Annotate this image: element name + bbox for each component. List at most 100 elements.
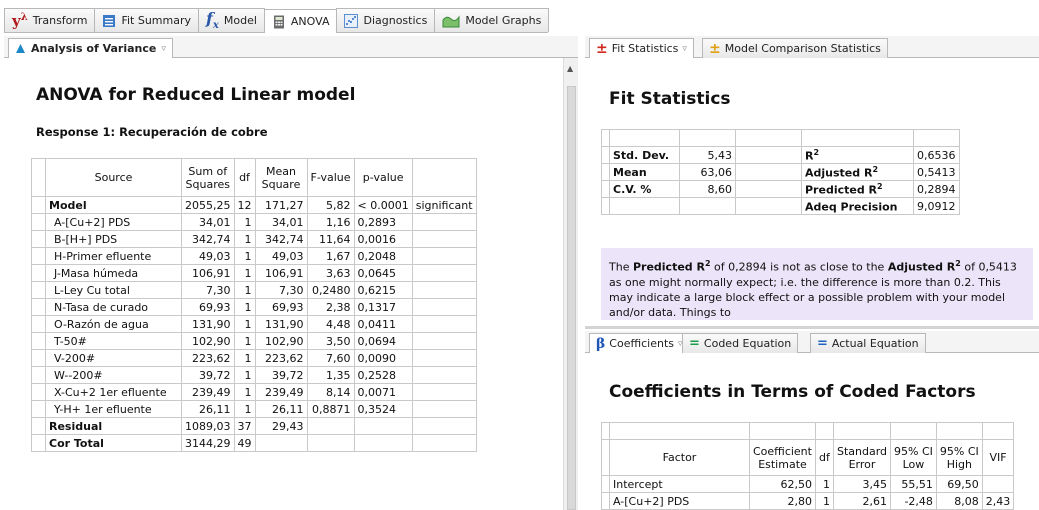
row-gutter xyxy=(601,163,610,181)
anova-scrollbar[interactable]: ▲ xyxy=(563,58,578,510)
dropdown-arrow-icon[interactable]: ▿ xyxy=(161,44,166,54)
anova-note-cell xyxy=(411,230,477,248)
scroll-up-arrow-icon[interactable]: ▲ xyxy=(567,64,573,73)
anova-p-cell: 0,0016 xyxy=(353,230,413,248)
tab-actual-equation[interactable]: = Actual Equation xyxy=(810,333,926,353)
anova-p-cell: 0,2893 xyxy=(353,213,413,231)
anova-p-cell: 0,0090 xyxy=(353,349,413,367)
row-gutter xyxy=(31,247,46,265)
tab-coefficients[interactable]: β Coefficients ▿ xyxy=(589,333,690,353)
right-pane: ± Fit Statistics ▿ ± Model Comparison St… xyxy=(585,36,1039,510)
anova-ms-cell: 102,90 xyxy=(254,332,308,350)
row-gutter xyxy=(601,146,610,164)
beta-icon: β xyxy=(596,335,606,352)
anova-note-cell xyxy=(411,366,477,384)
anova-ms-cell: 49,03 xyxy=(254,247,308,265)
tab-model-comparison[interactable]: ± Model Comparison Statistics xyxy=(702,38,888,58)
fit-label-cell: Adjusted R2 xyxy=(801,163,914,181)
tab-model[interactable]: fx Model xyxy=(198,8,265,32)
fit-label-cell: Predicted R2 xyxy=(801,180,914,198)
anova-ss-cell: 102,90 xyxy=(181,332,235,350)
tab-model-graphs[interactable]: Model Graphs xyxy=(434,8,550,32)
anova-header-row: Source Sum of Squares df Mean Square F-val… xyxy=(31,158,477,197)
anova-p-cell: 0,3524 xyxy=(353,400,413,418)
fit-label-cell: Adeq Precision xyxy=(801,197,914,215)
model-graphs-icon xyxy=(442,14,460,27)
fit-value-cell: 63,06 xyxy=(679,163,736,181)
row-gutter xyxy=(31,417,46,435)
fit-value-cell: 0,2894 xyxy=(913,180,960,198)
anova-row: W--200# 39,72 1 39,72 1,35 0,2528 xyxy=(31,366,477,384)
anova-p-cell: 0,0645 xyxy=(353,264,413,282)
anova-f-cell: 8,14 xyxy=(306,383,355,401)
tab-diagnostics[interactable]: Diagnostics xyxy=(336,8,436,32)
anova-ms-cell xyxy=(254,434,308,452)
anova-df-cell: 12 xyxy=(233,196,256,214)
col-ci-low: 95% CI Low xyxy=(890,439,937,476)
anova-ss-cell: 7,30 xyxy=(181,281,235,299)
anova-ss-cell: 223,62 xyxy=(181,349,235,367)
anova-source-cell: B-[H+] PDS xyxy=(45,230,182,248)
col-df: df xyxy=(233,158,256,197)
tab-fit-statistics[interactable]: ± Fit Statistics ▿ xyxy=(589,38,694,58)
anova-row: B-[H+] PDS 342,74 1 342,74 11,64 0,0016 xyxy=(31,230,477,248)
anova-row: A-[Cu+2] PDS 34,01 1 34,01 1,16 0,2893 xyxy=(31,213,477,231)
tab-anova[interactable]: ANOVA xyxy=(263,9,338,33)
anova-ms-cell: 171,27 xyxy=(254,196,308,214)
row-gutter xyxy=(601,492,610,510)
tab-coded-equation-label: Coded Equation xyxy=(703,337,792,350)
app-window: yλ Transform Fit Summary fx Model ANOVA … xyxy=(0,0,1039,510)
anova-ss-cell: 39,72 xyxy=(181,366,235,384)
anova-source-cell: Residual xyxy=(45,417,182,435)
coef-df-cell: 1 xyxy=(814,475,834,493)
row-gutter xyxy=(31,298,46,316)
coef-row: A-[Cu+2] PDS 2,80 1 2,61 -2,48 8,08 2,43 xyxy=(601,492,1015,510)
anova-note-cell: significant xyxy=(411,196,477,214)
coefficients-tab-bar: β Coefficients ▿ = Coded Equation = Actu… xyxy=(585,331,1039,353)
coef-empty-row xyxy=(601,422,1015,440)
anova-row: L-Ley Cu total 7,30 1 7,30 0,2480 0,6215 xyxy=(31,281,477,299)
fit-label-cell: C.V. % xyxy=(609,180,680,198)
tab-coded-equation[interactable]: = Coded Equation xyxy=(682,333,799,353)
tab-transform[interactable]: yλ Transform xyxy=(4,8,96,32)
tab-coefficients-label: Coefficients xyxy=(609,337,674,350)
anova-note-cell xyxy=(411,400,477,418)
anova-p-cell: 0,2048 xyxy=(353,247,413,265)
anova-source-cell: N-Tasa de curado xyxy=(45,298,182,316)
anova-p-cell xyxy=(353,434,413,452)
coefficients-body: Intercept 62,50 1 3,45 55,51 69,50 A-[Cu+2] PD… xyxy=(601,475,1015,510)
dropdown-arrow-icon[interactable]: ▿ xyxy=(682,44,687,54)
fit-label-cell xyxy=(609,197,680,215)
fit-empty-row xyxy=(601,129,960,147)
tab-analysis-of-variance[interactable]: Analysis of Variance ▿ xyxy=(8,38,173,58)
anova-ms-cell: 239,49 xyxy=(254,383,308,401)
anova-f-cell: 1,35 xyxy=(306,366,355,384)
coef-header-row: Factor Coefficient Estimate df Standard Er… xyxy=(601,439,1015,476)
anova-df-cell: 49 xyxy=(233,434,256,452)
anova-f-cell: 1,67 xyxy=(306,247,355,265)
top-tab-bar: yλ Transform Fit Summary fx Model ANOVA … xyxy=(0,0,1039,33)
coef-se-cell: 3,45 xyxy=(832,475,892,493)
tab-transform-label: Transform xyxy=(32,14,88,27)
anova-ms-cell: 223,62 xyxy=(254,349,308,367)
tab-fit-summary[interactable]: Fit Summary xyxy=(94,8,200,32)
pane-divider[interactable] xyxy=(585,326,1039,329)
coef-se-cell: 2,61 xyxy=(832,492,892,510)
anova-f-cell: 11,64 xyxy=(306,230,355,248)
anova-note-cell xyxy=(411,332,477,350)
anova-content: ANOVA for Reduced Linear model Response … xyxy=(4,58,561,510)
anova-df-cell: 1 xyxy=(233,400,256,418)
equals-icon: = xyxy=(689,336,700,351)
tab-fit-summary-label: Fit Summary xyxy=(121,14,192,27)
anova-table: Source Sum of Squares df Mean Square F-val… xyxy=(31,158,477,452)
anova-row: T-50# 102,90 1 102,90 3,50 0,0694 xyxy=(31,332,477,350)
coef-high-cell: 8,08 xyxy=(935,492,983,510)
tab-model-comparison-label: Model Comparison Statistics xyxy=(724,42,881,55)
anova-title: ANOVA for Reduced Linear model xyxy=(36,85,356,105)
fit-value-cell: 0,5413 xyxy=(913,163,960,181)
row-gutter xyxy=(31,158,46,197)
scrollbar-thumb[interactable] xyxy=(567,86,576,510)
tab-anova-label: ANOVA xyxy=(290,15,330,28)
fit-statistics-body: Std. Dev. 5,43 R2 0,6536 Mean 63,06 Adjusted R… xyxy=(601,129,960,215)
anova-ms-cell: 342,74 xyxy=(254,230,308,248)
